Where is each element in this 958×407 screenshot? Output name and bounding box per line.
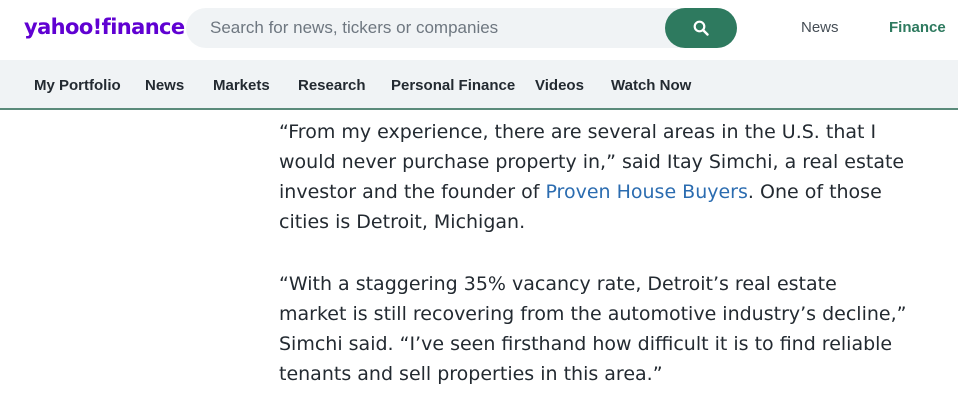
- article-body: “From my experience, there are several a…: [279, 117, 909, 389]
- nav-videos[interactable]: Videos: [535, 77, 584, 94]
- search-bar: [186, 8, 737, 48]
- search-input[interactable]: [186, 8, 664, 48]
- search-icon: [693, 20, 709, 36]
- nav-my-portfolio[interactable]: My Portfolio: [34, 77, 121, 94]
- search-button[interactable]: [665, 8, 737, 48]
- top-bar: yahoo!finance News Finance: [0, 0, 958, 60]
- proven-house-buyers-link[interactable]: Proven House Buyers: [545, 181, 747, 203]
- article-paragraph: “From my experience, there are several a…: [279, 117, 909, 237]
- nav-research[interactable]: Research: [298, 77, 366, 94]
- top-link-news[interactable]: News: [801, 19, 839, 37]
- nav-news[interactable]: News: [145, 77, 184, 94]
- logo-suffix: finance: [101, 15, 186, 39]
- article-paragraph: “With a staggering 35% vacancy rate, Det…: [279, 273, 907, 385]
- nav-personal-finance[interactable]: Personal Finance: [391, 77, 515, 94]
- finance-nav: My Portfolio News Markets Research Perso…: [0, 60, 958, 110]
- logo-exclamation: !: [92, 15, 103, 39]
- yahoo-finance-logo[interactable]: yahoo!finance: [24, 13, 185, 41]
- top-link-finance[interactable]: Finance: [889, 19, 946, 37]
- logo-text: yahoo: [24, 15, 93, 39]
- nav-markets[interactable]: Markets: [213, 77, 270, 94]
- nav-watch-now[interactable]: Watch Now: [611, 77, 691, 94]
